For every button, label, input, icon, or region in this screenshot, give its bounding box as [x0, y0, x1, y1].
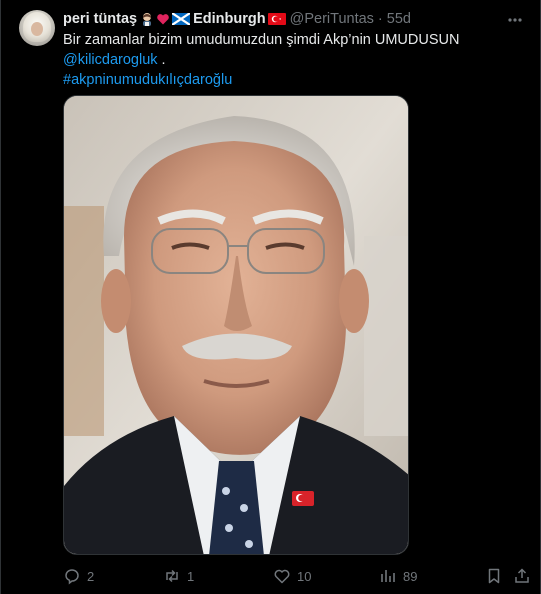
views-count: 89: [403, 568, 418, 584]
repost-count: 1: [187, 568, 195, 584]
woman-emoji-icon: [143, 13, 152, 26]
author-name-suffix[interactable]: Edinburgh: [193, 11, 266, 27]
portrait-photo: [64, 96, 408, 554]
tweet-timestamp[interactable]: 55d: [387, 11, 411, 27]
reply-button[interactable]: 2: [63, 564, 94, 588]
like-button[interactable]: 10: [273, 564, 311, 588]
bookmark-icon: [488, 568, 500, 584]
tweet-header: peri tüntaş Edinburgh @PeriTuntas · 55d: [63, 9, 490, 29]
repost-icon: [166, 569, 178, 583]
mention-suffix: .: [157, 52, 166, 68]
views-icon: [381, 570, 395, 582]
hashtag-link[interactable]: #akpninumudukılıçdaroğlu: [63, 72, 232, 88]
tweet-text-line: Bir zamanlar bizim umudumuzdun şimdi Akp…: [63, 32, 460, 48]
red-heart-icon: [157, 14, 169, 25]
tweet[interactable]: peri tüntaş Edinburgh @PeriTuntas · 55d …: [0, 0, 541, 594]
bookmark-button[interactable]: [485, 564, 503, 588]
author-name[interactable]: peri tüntaş: [63, 11, 137, 27]
avatar-face: [31, 22, 43, 36]
scotland-flag-icon: [172, 13, 191, 25]
turkey-flag-icon: [267, 13, 286, 25]
share-icon: [515, 568, 529, 583]
like-icon: [274, 569, 290, 584]
views-button[interactable]: 89: [379, 564, 417, 588]
tweet-photo[interactable]: [63, 95, 409, 555]
header-separator: ·: [377, 11, 383, 27]
tweet-text: Bir zamanlar bizim umudumuzdun şimdi Akp…: [63, 30, 520, 90]
tweet-actions: 2 1 10 89: [63, 564, 529, 588]
like-count: 10: [297, 568, 312, 584]
avatar[interactable]: [19, 10, 55, 46]
tweet-mention-line: @kilicdarogluk .: [63, 50, 520, 70]
share-button[interactable]: [513, 564, 531, 588]
more-options-button[interactable]: [504, 10, 526, 30]
tweet-hashtag-line: #akpninumudukılıçdaroğlu: [63, 70, 520, 90]
author-handle[interactable]: @PeriTuntas: [290, 11, 374, 27]
reply-icon: [65, 569, 79, 585]
name-emoji-strip: [140, 12, 191, 26]
more-horizontal-icon: [508, 18, 522, 22]
mention-link[interactable]: @kilicdarogluk: [63, 52, 158, 68]
repost-button[interactable]: 1: [163, 564, 194, 588]
reply-count: 2: [87, 568, 95, 584]
